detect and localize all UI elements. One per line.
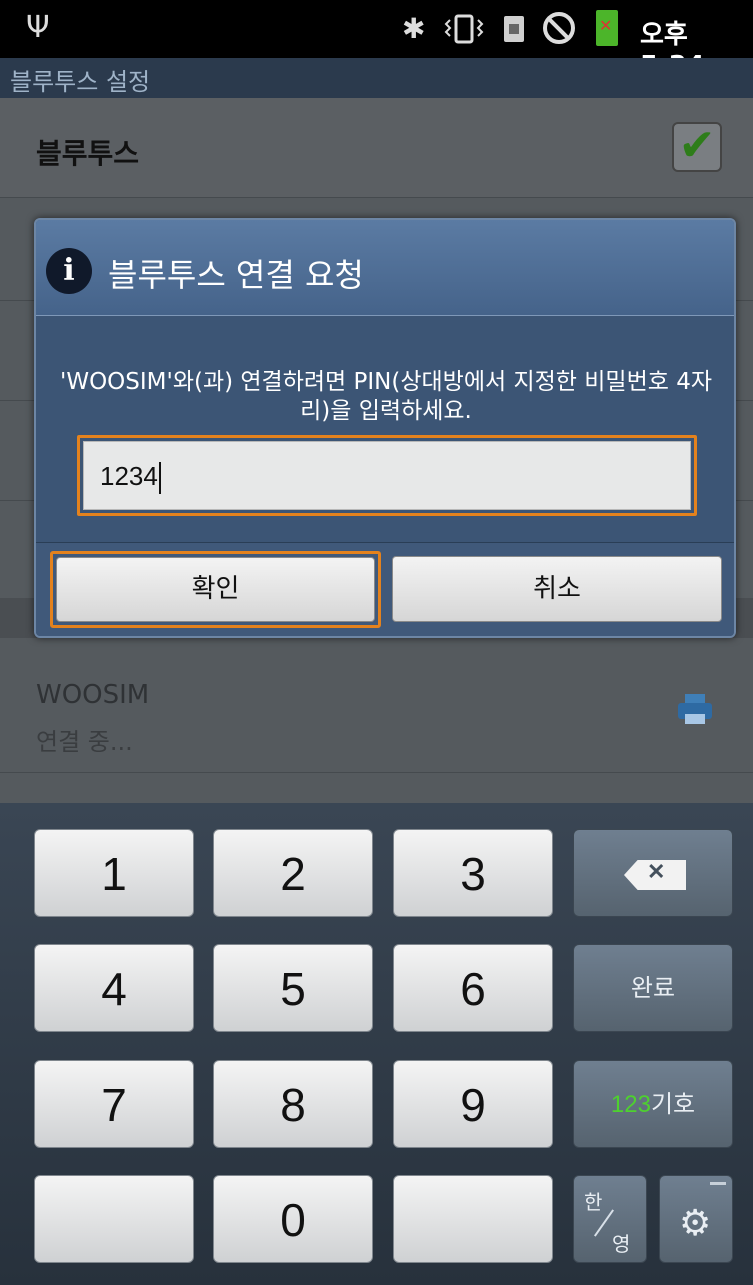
no-signal-icon <box>543 12 575 44</box>
keyboard-settings-key[interactable]: ⚙ <box>659 1175 733 1263</box>
pin-value: 1234 <box>100 461 158 491</box>
dialog-message: 'WOOSIM'와(과) 연결하려면 PIN(상대방에서 지정한 비밀번호 4자… <box>60 369 712 424</box>
blank-key-left[interactable] <box>34 1175 194 1263</box>
pin-input[interactable]: 1234 <box>83 441 691 510</box>
delete-key[interactable]: ✕ <box>573 829 733 917</box>
blank-key-right[interactable] <box>393 1175 553 1263</box>
key-6[interactable]: 6 <box>393 944 553 1032</box>
key-5[interactable]: 5 <box>213 944 373 1032</box>
key-0[interactable]: 0 <box>213 1175 373 1263</box>
divider <box>0 772 753 773</box>
pin-field-focus-ring: 1234 <box>77 435 697 516</box>
ok-button[interactable]: 확인 <box>56 557 375 622</box>
bluetooth-pairing-dialog: i 블루투스 연결 요청 'WOOSIM'와(과) 연결하려면 PIN(상대방에… <box>34 218 736 638</box>
lang-korean-label: 한 <box>584 1192 603 1214</box>
key-2[interactable]: 2 <box>213 829 373 917</box>
bluetooth-checkbox[interactable]: ✔ <box>672 122 722 172</box>
numeric-keyboard: 1 2 3 ✕ 4 5 6 완료 7 8 9 123기호 0 한 영 ⚙ <box>0 803 753 1285</box>
key-9[interactable]: 9 <box>393 1060 553 1148</box>
lang-english-label: 영 <box>612 1234 631 1256</box>
done-key[interactable]: 완료 <box>573 944 733 1032</box>
battery-warning-icon <box>596 10 618 46</box>
key-8[interactable]: 8 <box>213 1060 373 1148</box>
device-name: WOOSIM <box>36 680 150 710</box>
device-status: 연결 중... <box>36 728 133 756</box>
key-7[interactable]: 7 <box>34 1060 194 1148</box>
page-title: 블루투스 설정 <box>10 68 151 96</box>
symbol-key-number-label: 123 <box>610 1091 651 1118</box>
status-bar: Ψ ✱ 오후 5:34 <box>0 0 753 81</box>
symbol-key-text-label: 기호 <box>650 1091 696 1118</box>
gear-icon: ⚙ <box>679 1202 712 1243</box>
key-4[interactable]: 4 <box>34 944 194 1032</box>
text-cursor <box>158 462 161 495</box>
bluetooth-toggle-row[interactable]: 블루투스 ✔ <box>0 98 753 198</box>
language-toggle-key[interactable]: 한 영 <box>573 1175 647 1263</box>
dialog-header: i 블루투스 연결 요청 <box>36 220 734 316</box>
info-icon: i <box>46 248 92 294</box>
vibrate-icon <box>444 14 484 44</box>
sim-card-icon <box>504 16 524 42</box>
key-3[interactable]: 3 <box>393 829 553 917</box>
key-1[interactable]: 1 <box>34 829 194 917</box>
usb-icon: Ψ <box>26 10 50 45</box>
printer-icon <box>678 694 712 724</box>
title-bar: 블루투스 설정 <box>0 58 753 98</box>
dialog-button-bar: 확인 취소 <box>36 542 734 636</box>
bluetooth-icon: ✱ <box>402 12 426 45</box>
bluetooth-toggle-label: 블루투스 <box>36 137 140 170</box>
symbol-key[interactable]: 123기호 <box>573 1060 733 1148</box>
ok-button-focus-ring: 확인 <box>50 551 381 628</box>
cancel-button[interactable]: 취소 <box>392 556 722 622</box>
dialog-title: 블루투스 연결 요청 <box>108 256 364 294</box>
